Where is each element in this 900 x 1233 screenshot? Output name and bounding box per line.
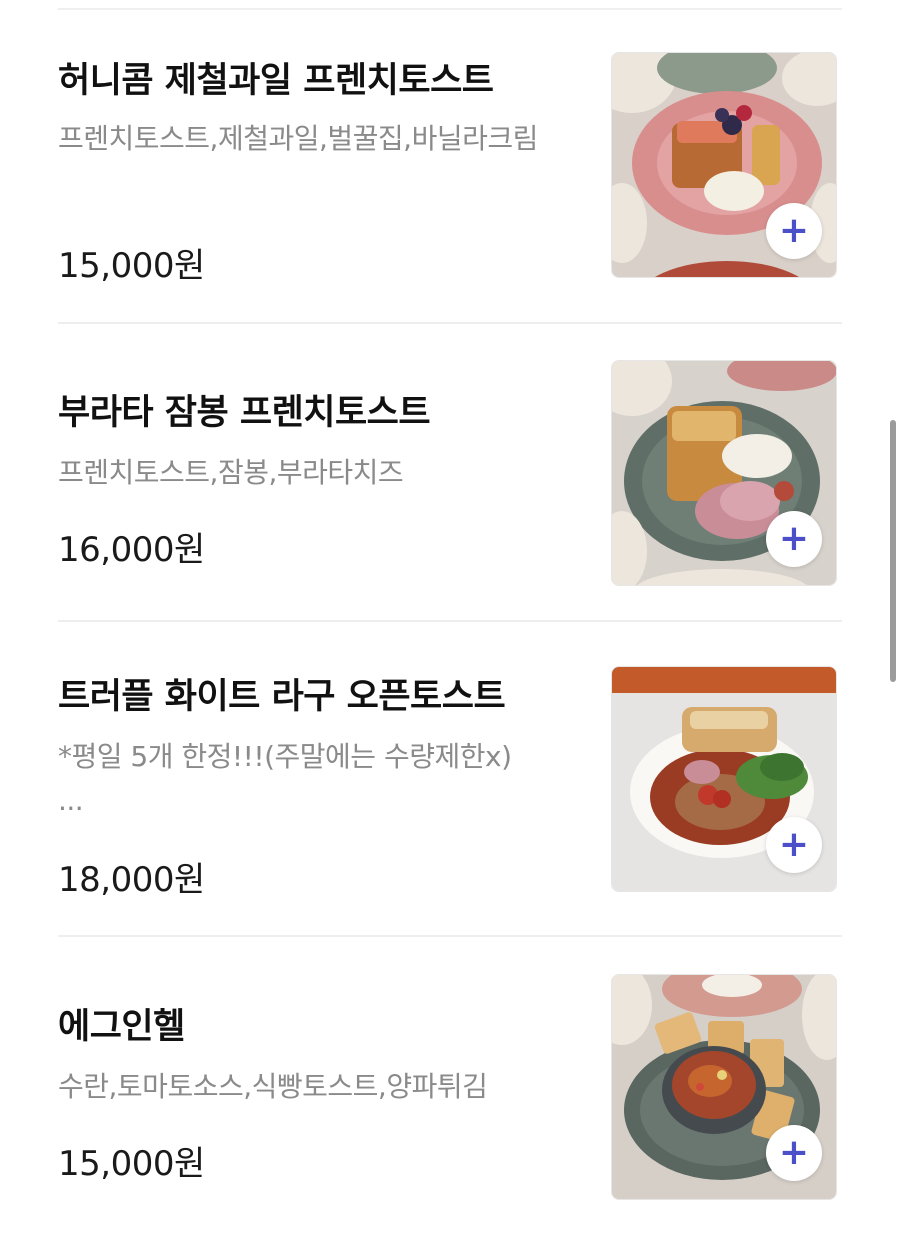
menu-item-price: 15,000원 [58, 246, 205, 286]
scrollbar[interactable] [890, 420, 896, 682]
menu-item-description: 프렌치토스트,잠봉,부라타치즈 [58, 456, 404, 489]
item-divider [58, 935, 842, 937]
menu-item-photo[interactable]: + [611, 360, 837, 586]
menu-item-name: 허니콤 제철과일 프렌치토스트 [58, 61, 494, 101]
add-to-cart-button[interactable]: + [766, 511, 822, 567]
menu-item-description-more: ... [58, 784, 84, 817]
plus-icon: + [778, 518, 810, 559]
menu-item-description: 프렌치토스트,제철과일,벌꿀집,바닐라크림 [58, 122, 538, 155]
top-divider [58, 8, 842, 10]
plus-icon: + [778, 1132, 810, 1173]
menu-item-photo[interactable]: + [611, 666, 837, 892]
add-to-cart-button[interactable]: + [766, 203, 822, 259]
menu-item[interactable]: 허니콤 제철과일 프렌치토스트 프렌치토스트,제철과일,벌꿀집,바닐라크림 15… [58, 52, 842, 292]
plus-icon: + [778, 210, 810, 251]
item-divider [58, 620, 842, 622]
menu-item-price: 15,000원 [58, 1144, 205, 1184]
menu-item-name: 에그인헬 [58, 1007, 185, 1047]
item-divider [58, 322, 842, 324]
menu-item[interactable]: 트러플 화이트 라구 오픈토스트 *평일 5개 한정!!!(주말에는 수량제한x… [58, 666, 842, 900]
menu-item[interactable]: 부라타 잠봉 프렌치토스트 프렌치토스트,잠봉,부라타치즈 16,000원 + [58, 360, 842, 586]
menu-item-photo[interactable]: + [611, 974, 837, 1200]
menu-item-price: 18,000원 [58, 860, 205, 900]
plus-icon: + [778, 824, 810, 865]
menu-item-price: 16,000원 [58, 530, 205, 570]
menu-item[interactable]: 에그인헬 수란,토마토소스,식빵토스트,양파튀김 15,000원 + [58, 974, 842, 1200]
menu-item-photo[interactable]: + [611, 52, 837, 278]
add-to-cart-button[interactable]: + [766, 1125, 822, 1181]
menu-item-description: *평일 5개 한정!!!(주말에는 수량제한x) [58, 740, 512, 773]
add-to-cart-button[interactable]: + [766, 817, 822, 873]
menu-item-name: 트러플 화이트 라구 오픈토스트 [58, 677, 506, 717]
menu-item-description: 수란,토마토소스,식빵토스트,양파튀김 [58, 1070, 488, 1103]
menu-item-name: 부라타 잠봉 프렌치토스트 [58, 393, 431, 433]
